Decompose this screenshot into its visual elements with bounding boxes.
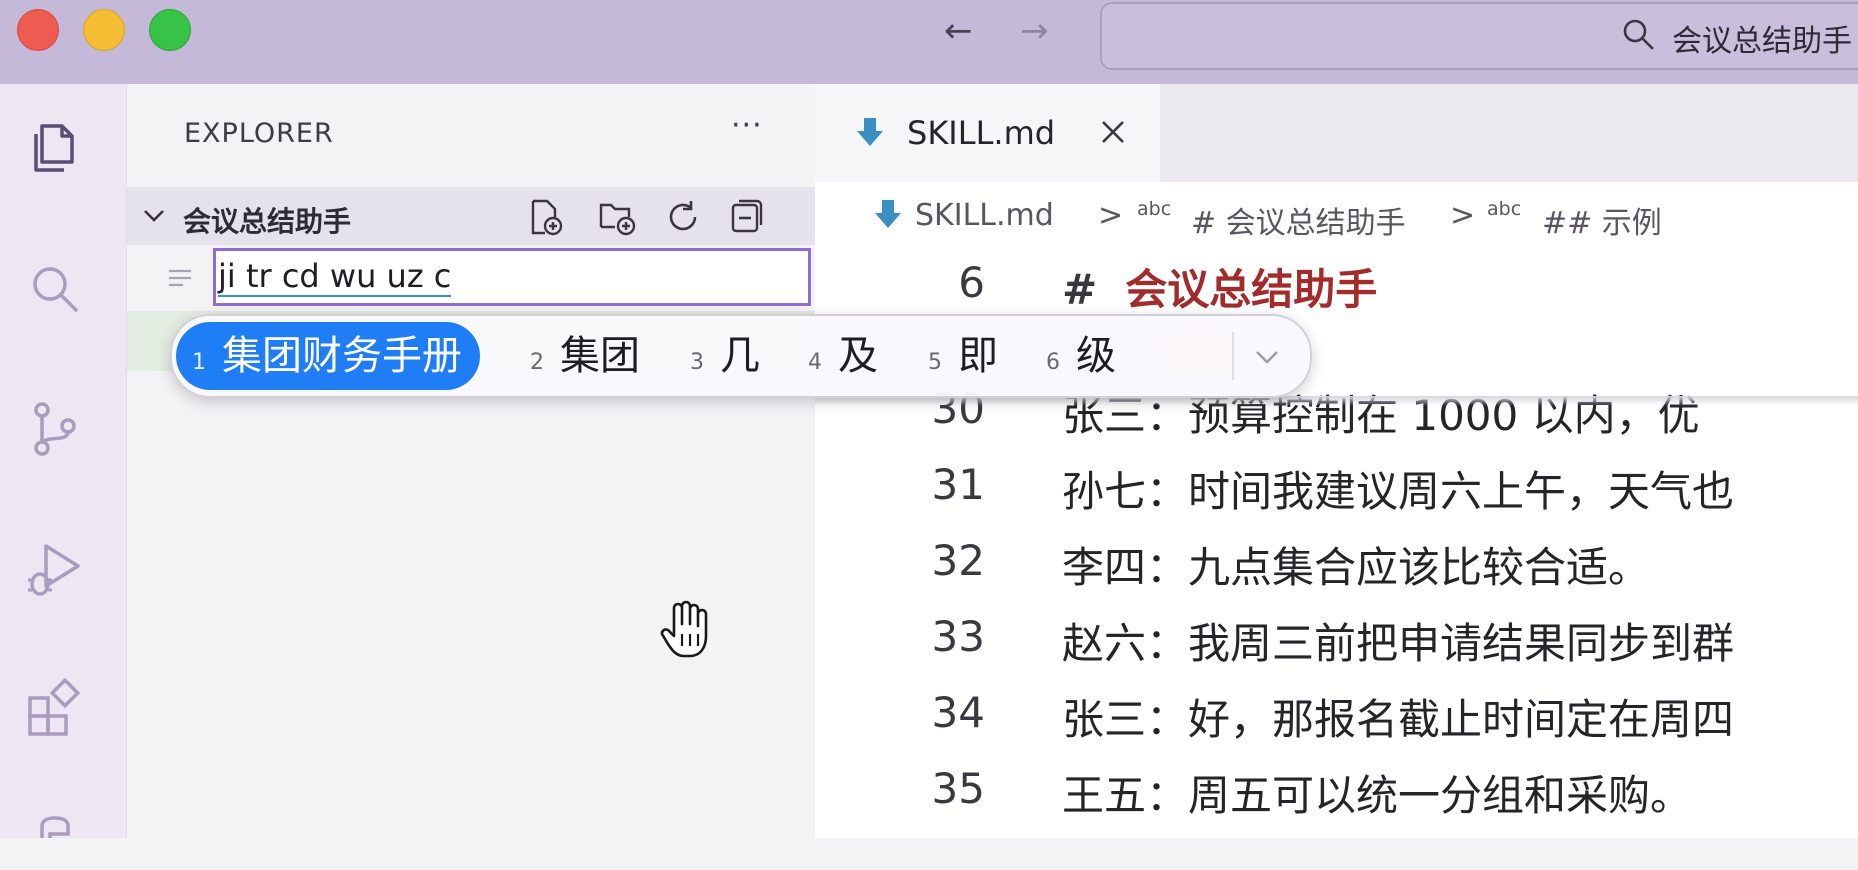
new-file-icon[interactable] (525, 197, 565, 237)
code-line[interactable]: 赵六：我周三前把申请结果同步到群 (1062, 610, 1734, 671)
line-number: 32 (931, 536, 985, 585)
candidate-text: 即 (958, 333, 998, 379)
close-window-button[interactable] (17, 9, 59, 51)
tab-skill-md[interactable]: SKILL.md (815, 84, 1160, 182)
ime-divider (1232, 332, 1234, 380)
breadcrumb-separator: > (1450, 198, 1476, 233)
explorer-sidebar: EXPLORER ··· 会议总结助手 (127, 84, 815, 838)
line-number: 6 (958, 258, 985, 307)
tab-label: SKILL.md (907, 114, 1056, 152)
folder-header[interactable]: 会议总结助手 (127, 187, 815, 245)
collapse-all-icon[interactable] (727, 197, 767, 237)
candidate-number: 1 (192, 350, 206, 375)
search-view-icon[interactable] (22, 256, 88, 322)
ime-candidate[interactable]: 2 集团 (530, 316, 640, 396)
code-line[interactable]: 李四：九点集合应该比较合适。 (1062, 534, 1650, 595)
zoom-window-button[interactable] (149, 9, 191, 51)
markdown-download-icon (875, 200, 901, 228)
line-number: 33 (931, 612, 985, 661)
chevron-down-icon[interactable] (1252, 342, 1282, 372)
breadcrumb-file[interactable]: SKILL.md (915, 198, 1054, 233)
chevron-down-icon[interactable] (141, 203, 167, 229)
heading-hash: # (1062, 265, 1098, 314)
code-line[interactable]: 孙七：时间我建议周六上午，天气也 (1062, 458, 1734, 519)
ime-candidate-window: 1 集团财务手册 2 集团 3几 4及 5即 6级 (170, 314, 1312, 398)
extensions-icon[interactable] (22, 676, 88, 742)
explorer-files-icon[interactable] (22, 114, 88, 180)
search-icon (1623, 19, 1654, 50)
breadcrumb-heading-2[interactable]: ## 示例 (1542, 198, 1662, 242)
more-actions-button[interactable]: ··· (731, 108, 763, 143)
candidate-number: 6 (1046, 350, 1060, 375)
activity-bar (0, 84, 127, 838)
minimize-window-button[interactable] (83, 9, 125, 51)
tab-bar: SKILL.md (815, 84, 1858, 182)
ime-candidate-selected[interactable]: 1 集团财务手册 (176, 322, 480, 390)
code-line-heading[interactable]: # 会议总结助手 (1062, 256, 1377, 317)
rename-input[interactable]: ji tr cd wu uz c (213, 248, 811, 306)
candidate-number: 3 (690, 350, 704, 375)
line-number: 34 (931, 688, 985, 737)
new-folder-icon[interactable] (597, 197, 637, 237)
ime-candidate[interactable]: 5即 (928, 316, 998, 396)
ime-candidate[interactable]: 3几 (690, 316, 760, 396)
line-number: 35 (931, 764, 985, 813)
candidate-number: 4 (808, 350, 822, 375)
refresh-icon[interactable] (663, 197, 703, 237)
line-number: 31 (931, 460, 985, 509)
ime-candidate[interactable]: 4及 (808, 316, 878, 396)
source-control-icon[interactable] (22, 396, 88, 462)
candidate-text: 级 (1076, 333, 1116, 379)
markdown-download-icon (857, 118, 883, 146)
abc-symbol-icon: abc (1487, 198, 1522, 220)
run-debug-icon[interactable] (22, 536, 88, 602)
forward-arrow-icon[interactable]: → (1020, 14, 1049, 48)
abc-symbol-icon: abc (1137, 198, 1172, 220)
file-lines-icon (169, 269, 191, 287)
candidate-number: 2 (530, 350, 544, 375)
code-line[interactable]: 王五：周五可以统一分组和采购。 (1062, 762, 1692, 823)
python-icon[interactable] (22, 804, 88, 870)
close-icon[interactable] (1099, 118, 1127, 146)
hand-pointer-cursor-icon (660, 600, 708, 658)
breadcrumb-separator: > (1098, 198, 1124, 233)
candidate-text: 集团 (560, 333, 640, 379)
editor-area: SKILL.md SKILL.md > abc # 会议总结助手 > abc #… (815, 84, 1858, 838)
breadcrumb: SKILL.md > abc # 会议总结助手 > abc ## 示例 (815, 182, 1858, 250)
back-arrow-icon[interactable]: ← (944, 14, 973, 48)
code-line[interactable]: 张三：好，那报名截止时间定在周四 (1062, 686, 1734, 747)
candidate-text: 几 (720, 333, 760, 379)
command-center-label: 会议总结助手 (1672, 24, 1852, 59)
title-bar: ← → 会议总结助手 (0, 0, 1858, 84)
candidate-text: 及 (838, 333, 878, 379)
explorer-title: EXPLORER (184, 118, 334, 149)
ime-preedit-text: ji tr cd wu uz c (218, 257, 452, 297)
candidate-number: 5 (928, 350, 942, 375)
heading-text: 会议总结助手 (1125, 265, 1378, 314)
candidate-text: 集团财务手册 (222, 333, 462, 379)
ime-candidate[interactable]: 6级 (1046, 316, 1116, 396)
breadcrumb-heading-1[interactable]: # 会议总结助手 (1191, 198, 1406, 242)
folder-name: 会议总结助手 (183, 205, 352, 238)
